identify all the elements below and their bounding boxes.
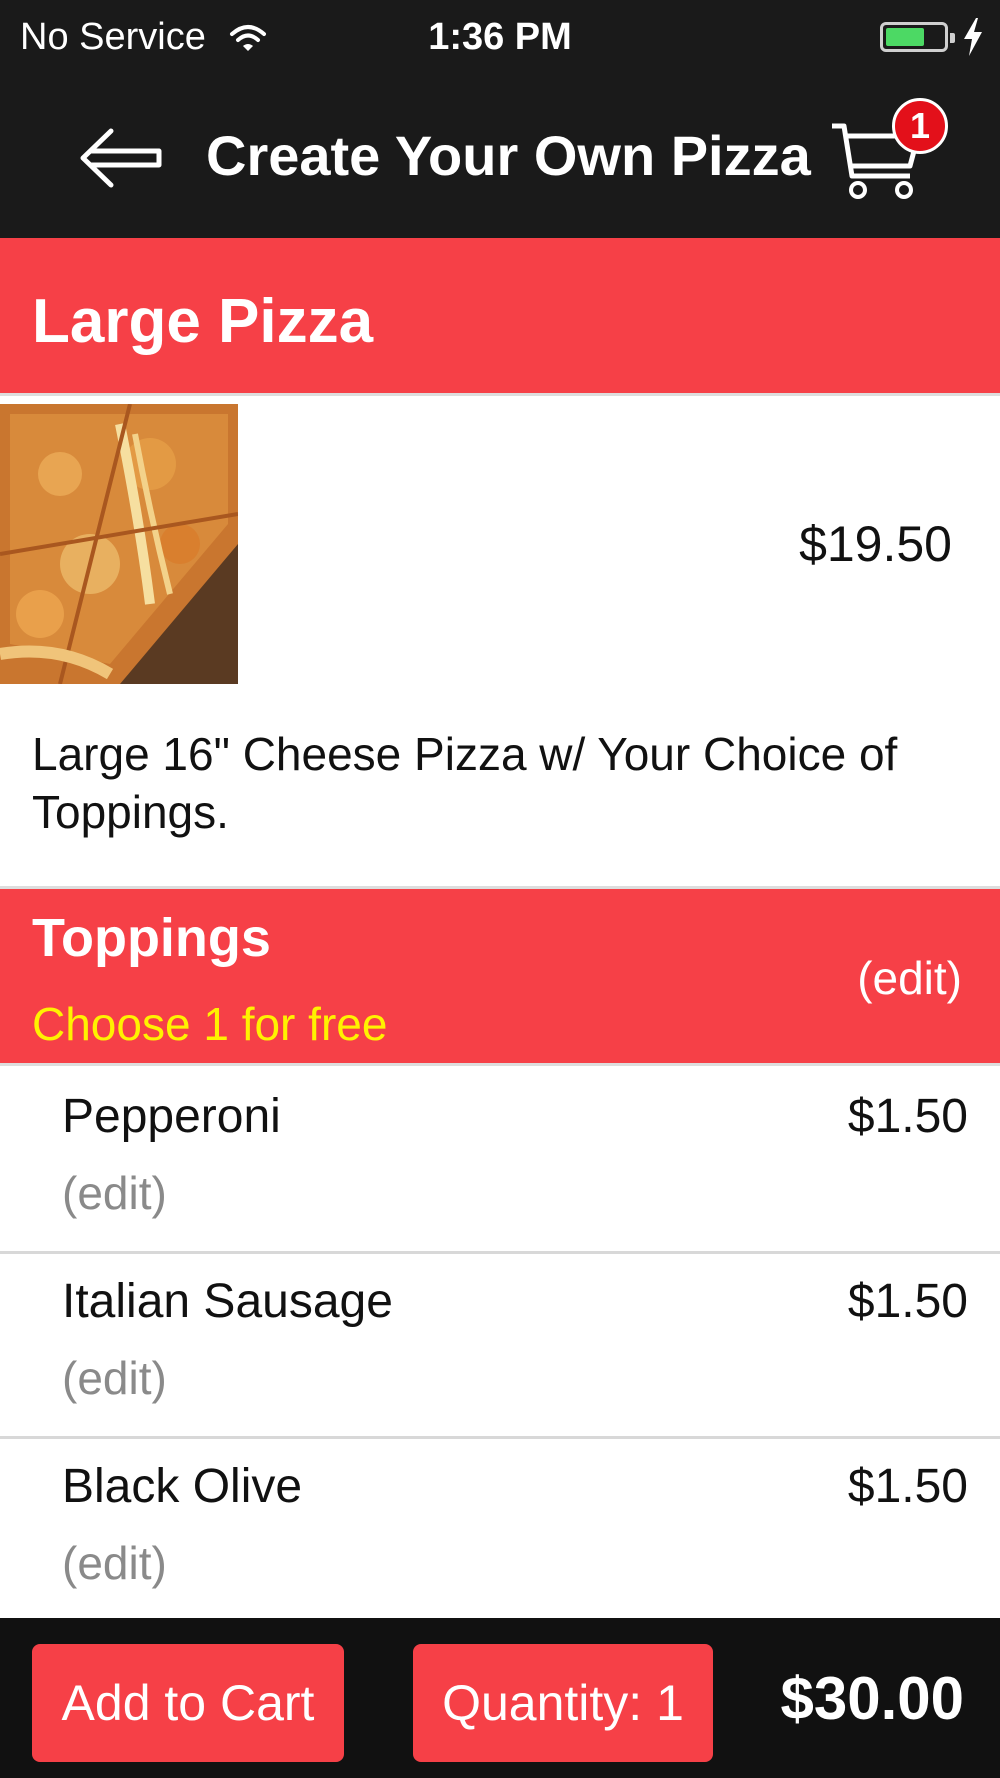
charging-bolt-icon <box>964 18 982 56</box>
product-header: Large Pizza <box>0 238 1000 396</box>
back-button[interactable] <box>72 118 168 198</box>
topping-row[interactable]: Italian Sausage $1.50 (edit) <box>0 1254 1000 1439</box>
pizza-photo <box>0 404 238 684</box>
status-time: 1:36 PM <box>428 16 572 58</box>
toppings-subtitle: Choose 1 for free <box>32 998 388 1050</box>
back-arrow-icon <box>80 128 162 188</box>
product-title: Large Pizza <box>32 287 374 356</box>
cart-button[interactable]: 1 <box>830 98 950 218</box>
add-to-cart-button[interactable]: Add to Cart <box>32 1644 344 1762</box>
toppings-title: Toppings <box>32 908 271 968</box>
topping-price: $1.50 <box>847 1460 968 1513</box>
status-bar: No Service 1:36 PM <box>0 0 1000 78</box>
order-total: $30.00 <box>780 1665 964 1732</box>
toppings-edit-link[interactable]: (edit) <box>857 951 962 1005</box>
nav-bar: Create Your Own Pizza 1 <box>0 78 1000 238</box>
page-title: Create Your Own Pizza <box>206 124 811 187</box>
topping-name: Italian Sausage <box>62 1275 393 1328</box>
battery-icon <box>880 22 955 52</box>
quantity-button[interactable]: Quantity: 1 <box>413 1644 713 1762</box>
topping-row[interactable]: Pepperoni $1.50 (edit) <box>0 1069 1000 1254</box>
topping-edit-link[interactable]: (edit) <box>62 1351 167 1405</box>
product-description: Large 16" Cheese Pizza w/ Your Choice of… <box>32 728 898 838</box>
topping-edit-link[interactable]: (edit) <box>62 1166 167 1220</box>
topping-name: Black Olive <box>62 1460 303 1513</box>
bottom-action-bar: Add to Cart Quantity: 1 $30.00 <box>0 1618 1000 1778</box>
topping-price: $1.50 <box>847 1090 968 1143</box>
topping-price: $1.50 <box>847 1275 968 1328</box>
topping-row[interactable]: Black Olive $1.50 (edit) <box>0 1439 1000 1624</box>
toppings-header: Toppings Choose 1 for free (edit) <box>0 886 1000 1066</box>
product-price: $19.50 <box>799 516 952 572</box>
topping-name: Pepperoni <box>62 1090 281 1143</box>
cart-count-badge: 1 <box>892 98 948 154</box>
topping-edit-link[interactable]: (edit) <box>62 1536 167 1590</box>
